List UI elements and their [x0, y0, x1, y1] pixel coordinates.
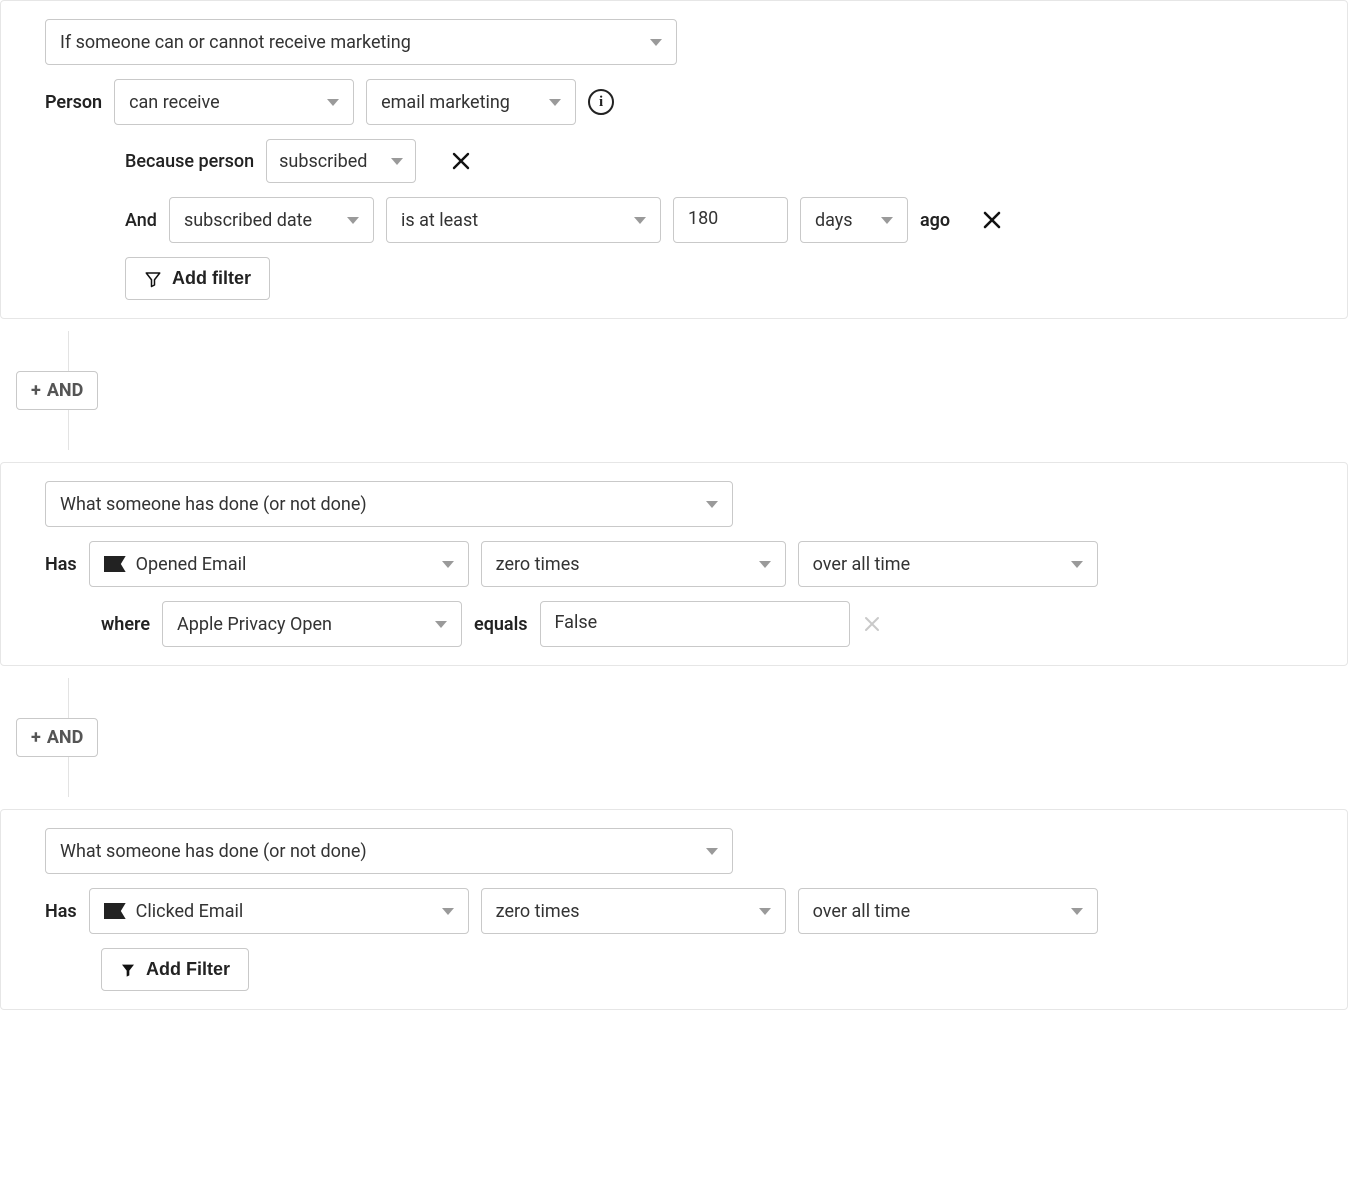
- person-label: Person: [45, 92, 102, 113]
- flag-icon: [104, 556, 126, 572]
- add-filter-label: Add filter: [172, 268, 251, 289]
- condition-type-label: What someone has done (or not done): [60, 494, 692, 515]
- condition-type-select[interactable]: What someone has done (or not done): [45, 828, 733, 874]
- where-value: False: [555, 612, 598, 633]
- chevron-down-icon: [1071, 561, 1083, 568]
- chevron-down-icon: [549, 99, 561, 106]
- remove-because-icon[interactable]: [450, 150, 472, 172]
- condition-block-1: If someone can or cannot receive marketi…: [0, 0, 1348, 319]
- funnel-icon: [120, 962, 136, 978]
- number-input[interactable]: 180: [673, 197, 788, 243]
- metric-select[interactable]: Clicked Email: [89, 888, 469, 934]
- condition-type-label: If someone can or cannot receive marketi…: [60, 32, 636, 53]
- info-icon[interactable]: i: [588, 89, 614, 115]
- flag-icon: [104, 903, 126, 919]
- chevron-down-icon: [1071, 908, 1083, 915]
- condition-type-label: What someone has done (or not done): [60, 841, 692, 862]
- where-property-select[interactable]: Apple Privacy Open: [162, 601, 462, 647]
- timeframe-select[interactable]: over all time: [798, 541, 1098, 587]
- condition-type-select[interactable]: If someone can or cannot receive marketi…: [45, 19, 677, 65]
- and-label: AND: [47, 380, 84, 401]
- and-label: AND: [47, 727, 84, 748]
- chevron-down-icon: [442, 908, 454, 915]
- funnel-icon: [144, 270, 162, 288]
- chevron-down-icon: [435, 621, 447, 628]
- metric-select[interactable]: Opened Email: [89, 541, 469, 587]
- number-value: 180: [688, 208, 718, 229]
- plus-icon: +: [31, 382, 41, 400]
- unit-label: days: [815, 210, 867, 231]
- and-connector-2: + AND: [0, 666, 1348, 809]
- unit-select[interactable]: days: [800, 197, 908, 243]
- can-receive-select[interactable]: can receive: [114, 79, 354, 125]
- condition-type-select[interactable]: What someone has done (or not done): [45, 481, 733, 527]
- because-label: Because person: [125, 151, 254, 172]
- because-value-label: subscribed: [279, 151, 377, 172]
- times-select[interactable]: zero times: [481, 888, 786, 934]
- comparator-select[interactable]: is at least: [386, 197, 661, 243]
- and-sub-label: And: [125, 210, 157, 231]
- condition-block-3: What someone has done (or not done) Has …: [0, 809, 1348, 1010]
- times-select[interactable]: zero times: [481, 541, 786, 587]
- add-filter-label: Add Filter: [146, 959, 230, 980]
- chevron-down-icon: [706, 848, 718, 855]
- chevron-down-icon: [442, 561, 454, 568]
- times-label: zero times: [496, 901, 745, 922]
- chevron-down-icon: [706, 501, 718, 508]
- timeframe-select[interactable]: over all time: [798, 888, 1098, 934]
- chevron-down-icon: [391, 158, 403, 165]
- because-select[interactable]: subscribed: [266, 139, 416, 183]
- metric-label: Opened Email: [136, 554, 428, 575]
- chevron-down-icon: [347, 217, 359, 224]
- marketing-channel-label: email marketing: [381, 92, 535, 113]
- chevron-down-icon: [759, 908, 771, 915]
- chevron-down-icon: [759, 561, 771, 568]
- times-label: zero times: [496, 554, 745, 575]
- where-property-label: Apple Privacy Open: [177, 614, 421, 635]
- remove-where-icon[interactable]: [862, 614, 882, 634]
- remove-date-icon[interactable]: [980, 208, 1004, 232]
- ago-label: ago: [920, 210, 950, 231]
- can-receive-label: can receive: [129, 92, 313, 113]
- equals-label: equals: [474, 614, 528, 635]
- and-connector-1: + AND: [0, 319, 1348, 462]
- chevron-down-icon: [634, 217, 646, 224]
- add-filter-button[interactable]: Add Filter: [101, 948, 249, 991]
- date-field-label: subscribed date: [184, 210, 333, 231]
- chevron-down-icon: [650, 39, 662, 46]
- timeframe-label: over all time: [813, 901, 1057, 922]
- date-field-select[interactable]: subscribed date: [169, 197, 374, 243]
- where-value-input[interactable]: False: [540, 601, 850, 647]
- chevron-down-icon: [881, 217, 893, 224]
- and-operator-button[interactable]: + AND: [16, 371, 98, 410]
- chevron-down-icon: [327, 99, 339, 106]
- marketing-channel-select[interactable]: email marketing: [366, 79, 576, 125]
- plus-icon: +: [31, 729, 41, 747]
- timeframe-label: over all time: [813, 554, 1057, 575]
- has-label: Has: [45, 901, 77, 922]
- where-label: where: [101, 614, 150, 635]
- and-operator-button[interactable]: + AND: [16, 718, 98, 757]
- has-label: Has: [45, 554, 77, 575]
- metric-label: Clicked Email: [136, 901, 428, 922]
- add-filter-button[interactable]: Add filter: [125, 257, 270, 300]
- condition-block-2: What someone has done (or not done) Has …: [0, 462, 1348, 666]
- comparator-label: is at least: [401, 210, 620, 231]
